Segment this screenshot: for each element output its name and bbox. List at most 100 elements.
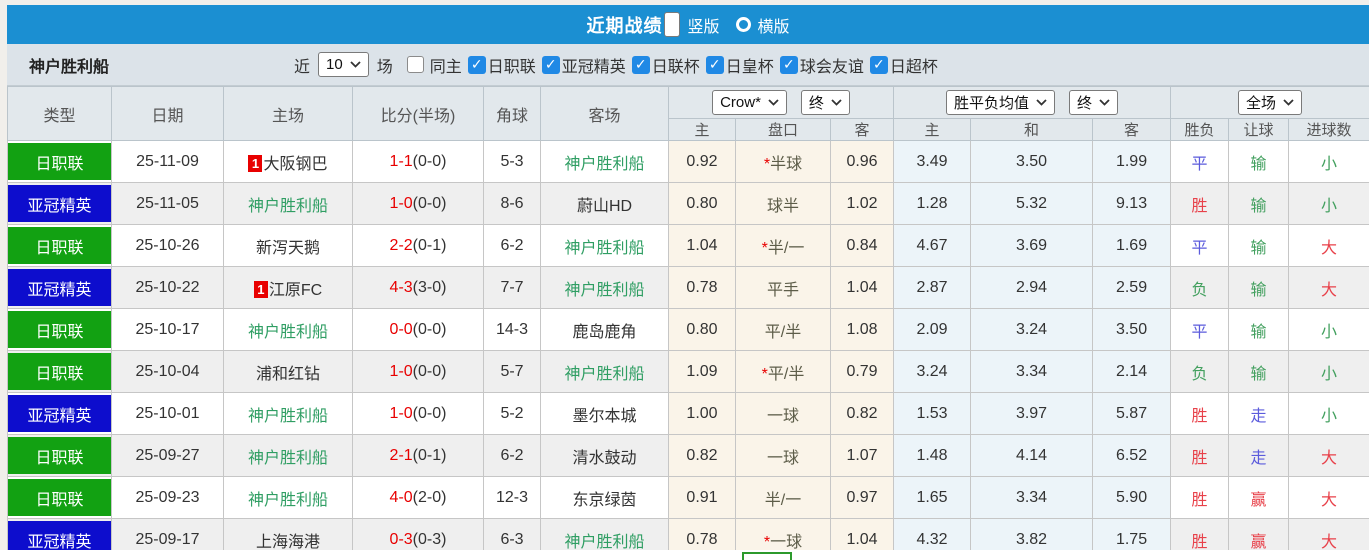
league-type-badge: 日职联 bbox=[8, 353, 111, 390]
checkbox-label[interactable]: 日超杯 bbox=[890, 53, 938, 77]
checkbox-checked-icon[interactable]: ✓ bbox=[541, 55, 560, 74]
euro-draw-odds: 3.34 bbox=[970, 476, 1094, 519]
sub-header-asian-away: 客 bbox=[829, 118, 895, 141]
home-team[interactable]: 神户胜利船 bbox=[223, 182, 353, 225]
score: 1-0(0-0) bbox=[352, 182, 484, 225]
away-team[interactable]: 神户胜利船 bbox=[540, 350, 669, 393]
checkbox-checked-icon[interactable]: ✓ bbox=[467, 55, 486, 74]
star-marker: * bbox=[761, 365, 768, 383]
score: 1-0(0-0) bbox=[352, 350, 484, 393]
halftime-score: (0-3) bbox=[412, 530, 447, 548]
checkbox-label[interactable]: 日职联 bbox=[488, 53, 536, 77]
asian-home-odds: 1.04 bbox=[668, 224, 736, 267]
asian-home-odds: 0.92 bbox=[668, 140, 736, 183]
euro-home-odds: 3.24 bbox=[893, 350, 972, 393]
league-type-badge: 日职联 bbox=[8, 227, 111, 264]
result-goals: 大 bbox=[1288, 476, 1369, 519]
filter-checkbox-item[interactable]: ✓ 日皇杯 bbox=[705, 53, 774, 77]
halftime-score: (3-0) bbox=[412, 278, 447, 296]
filter-checkbox-item[interactable]: ✓ 日职联 bbox=[467, 53, 536, 77]
home-team[interactable]: 新泻天鹅 bbox=[223, 224, 353, 267]
euro-home-odds: 1.53 bbox=[893, 392, 972, 435]
recent-count-select[interactable]: 10 bbox=[318, 52, 369, 77]
corners: 5-3 bbox=[483, 140, 541, 183]
euro-home-odds: 3.49 bbox=[893, 140, 972, 183]
chevron-down-icon bbox=[768, 99, 779, 106]
checkbox-unchecked-icon[interactable] bbox=[406, 56, 424, 73]
results-table: 类型 日期 主场 比分(半场) 角球 客场 Crow* 终 胜平负均值 终 全场… bbox=[7, 86, 1369, 560]
filter-checkbox-item[interactable]: ✓ 亚冠精英 bbox=[541, 53, 626, 77]
result-goals: 小 bbox=[1288, 392, 1369, 435]
chevron-down-icon bbox=[350, 61, 361, 68]
fulltime-score: 4-0 bbox=[389, 488, 413, 506]
checkbox-label[interactable]: 同主 bbox=[430, 53, 462, 77]
away-team[interactable]: 东京绿茵 bbox=[540, 476, 669, 519]
away-team[interactable]: 鹿岛鹿角 bbox=[540, 308, 669, 351]
fulltime-score: 1-0 bbox=[389, 404, 413, 422]
filter-bar: 神户胜利船 近 10 场 同主 ✓ 日职联 ✓ 亚冠精英 ✓ 日联杯 ✓ 日皇杯 ✓ 球会友谊 ✓ 日超… bbox=[7, 44, 1369, 86]
away-team[interactable]: 神户胜利船 bbox=[540, 140, 669, 183]
asian-away-odds: 1.07 bbox=[829, 434, 895, 477]
home-team[interactable]: 1 大阪钢巴 bbox=[223, 140, 353, 183]
filter-checkbox-item[interactable]: ✓ 日联杯 bbox=[631, 53, 700, 77]
radio-vertical-label[interactable]: 竖版 bbox=[687, 13, 719, 37]
euro-away-odds: 6.52 bbox=[1092, 434, 1172, 477]
radio-vertical-selected-icon[interactable] bbox=[664, 12, 681, 37]
euro-metric-select[interactable]: 胜平负均值 bbox=[946, 90, 1056, 115]
home-team[interactable]: 神户胜利船 bbox=[223, 476, 353, 519]
checkbox-checked-icon[interactable]: ✓ bbox=[631, 55, 650, 74]
filter-checkbox-item[interactable]: ✓ 日超杯 bbox=[869, 53, 938, 77]
euro-home-odds: 4.67 bbox=[893, 224, 972, 267]
home-team[interactable]: 神户胜利船 bbox=[223, 392, 353, 435]
euro-draw-odds: 4.14 bbox=[970, 434, 1094, 477]
filter-checkbox-item[interactable]: 同主 bbox=[406, 53, 462, 77]
filter-checkbox-item[interactable]: ✓ 球会友谊 bbox=[779, 53, 864, 77]
euro-draw-odds: 2.94 bbox=[970, 266, 1094, 309]
star-marker: * bbox=[763, 533, 771, 551]
radio-horizontal-label[interactable]: 横版 bbox=[758, 13, 790, 37]
score: 1-1(0-0) bbox=[352, 140, 484, 183]
euro-away-odds: 5.87 bbox=[1092, 392, 1172, 435]
away-team[interactable]: 墨尔本城 bbox=[540, 392, 669, 435]
result-handicap: 输 bbox=[1228, 140, 1290, 183]
checkbox-label[interactable]: 日联杯 bbox=[652, 53, 700, 77]
checkbox-checked-icon[interactable]: ✓ bbox=[705, 55, 724, 74]
euro-draw-odds: 3.69 bbox=[970, 224, 1094, 267]
home-team[interactable]: 神户胜利船 bbox=[223, 434, 353, 477]
asian-time-select[interactable]: 终 bbox=[800, 90, 850, 115]
home-team[interactable]: 神户胜利船 bbox=[223, 308, 353, 351]
col-header-date: 日期 bbox=[111, 86, 224, 141]
asian-away-odds: 1.08 bbox=[829, 308, 895, 351]
away-team[interactable]: 蔚山HD bbox=[540, 182, 669, 225]
radio-horizontal-unselected-icon[interactable] bbox=[735, 17, 751, 32]
checkbox-checked-icon[interactable]: ✓ bbox=[869, 55, 888, 74]
odds-source-select[interactable]: Crow* bbox=[712, 90, 787, 115]
col-header-corner: 角球 bbox=[483, 86, 541, 141]
checkbox-label[interactable]: 亚冠精英 bbox=[562, 53, 626, 77]
asian-away-odds: 1.04 bbox=[829, 266, 895, 309]
euro-time-select[interactable]: 终 bbox=[1069, 90, 1119, 115]
euro-home-odds: 1.28 bbox=[893, 182, 972, 225]
home-team[interactable]: 浦和红钻 bbox=[223, 350, 353, 393]
checkbox-checked-icon[interactable]: ✓ bbox=[779, 55, 798, 74]
asian-handicap: 平手 bbox=[735, 266, 831, 309]
result-wdl: 负 bbox=[1170, 350, 1230, 393]
away-team[interactable]: 清水鼓动 bbox=[540, 434, 669, 477]
match-type-cell: 日职联 bbox=[7, 434, 112, 477]
match-type-cell: 日职联 bbox=[7, 224, 112, 267]
home-team[interactable]: 1 江原FC bbox=[223, 266, 353, 309]
checkbox-label[interactable]: 日皇杯 bbox=[726, 53, 774, 77]
euro-home-odds: 2.09 bbox=[893, 308, 972, 351]
fulltime-score: 2-2 bbox=[389, 236, 413, 254]
match-type-cell: 日职联 bbox=[7, 476, 112, 519]
match-row: 日职联 25-10-17 神户胜利船 0-0(0-0) 14-3 鹿岛鹿角 0.80 平/半 1… bbox=[7, 308, 1369, 351]
result-goals: 大 bbox=[1288, 434, 1369, 477]
match-date: 25-10-04 bbox=[111, 350, 224, 393]
bottom-strip bbox=[0, 550, 1369, 560]
checkbox-label[interactable]: 球会友谊 bbox=[800, 53, 864, 77]
away-team[interactable]: 神户胜利船 bbox=[540, 224, 669, 267]
recent-label: 近 bbox=[294, 58, 311, 76]
scope-select[interactable]: 全场 bbox=[1238, 90, 1303, 115]
away-team[interactable]: 神户胜利船 bbox=[540, 266, 669, 309]
rank-badge: 1 bbox=[248, 154, 263, 172]
